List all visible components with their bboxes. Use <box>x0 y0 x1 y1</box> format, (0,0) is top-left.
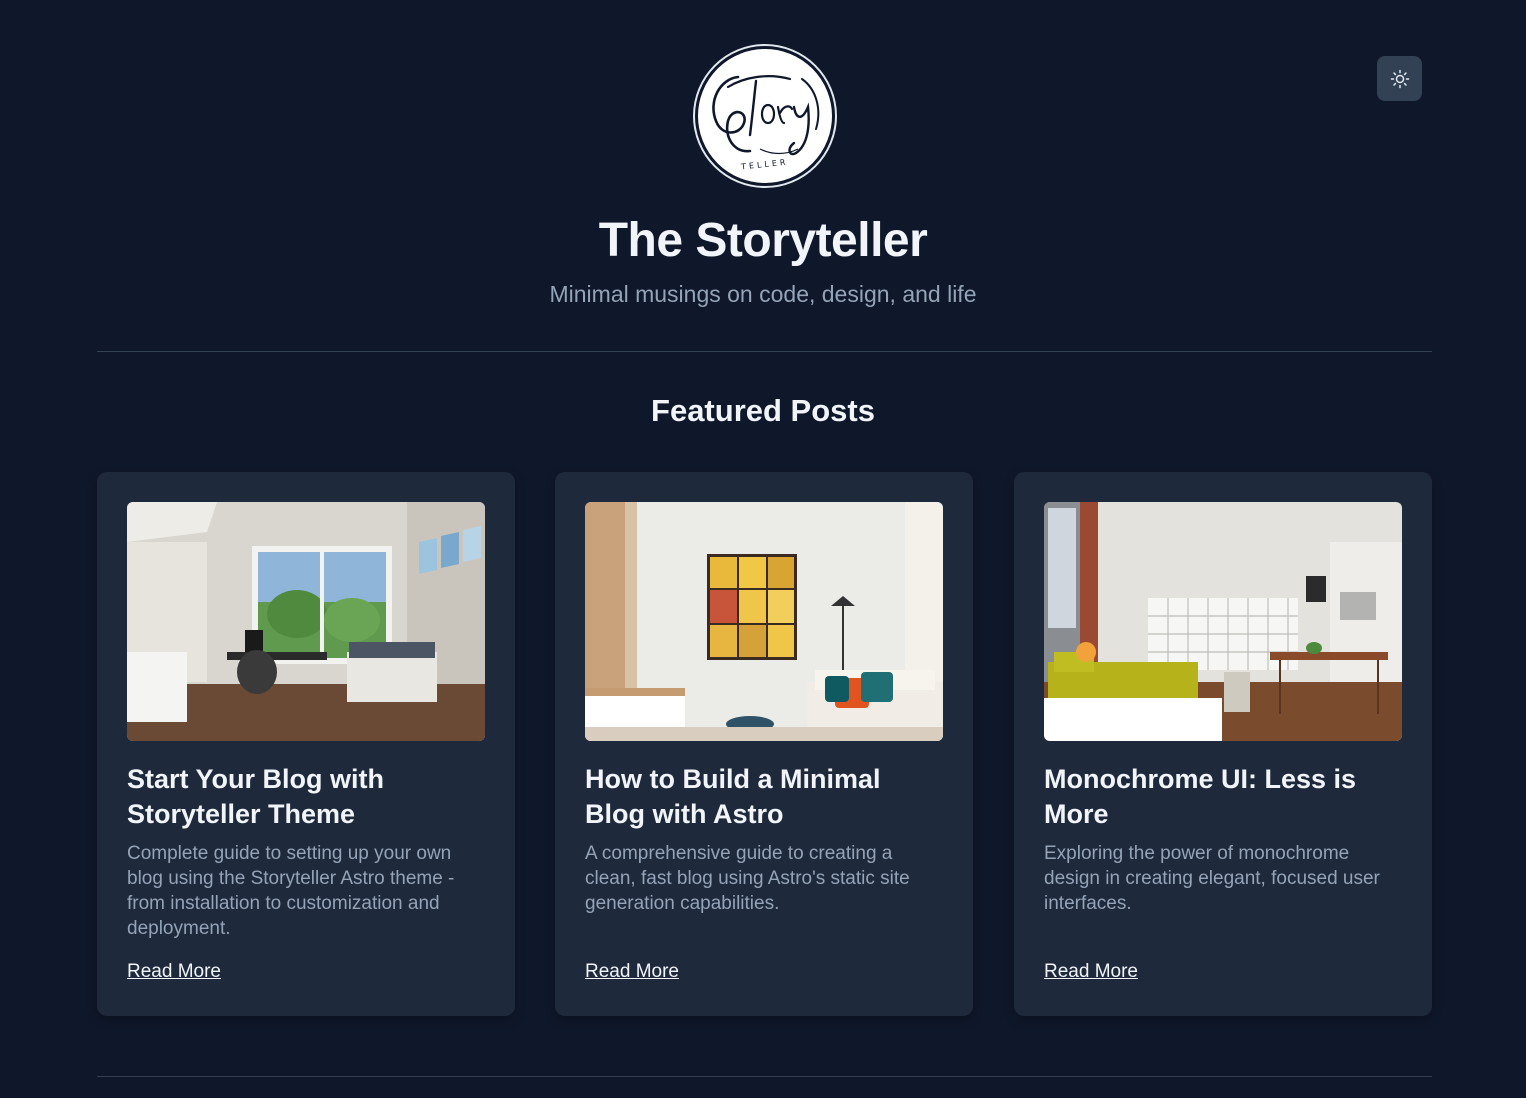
site-title: The Storyteller <box>598 214 928 267</box>
post-excerpt: Complete guide to setting up your own bl… <box>127 843 455 939</box>
read-more-link[interactable]: Read More <box>1044 961 1138 983</box>
site-tagline: Minimal musings on code, design, and lif… <box>549 281 977 307</box>
header-divider <box>97 351 1432 352</box>
site-logo[interactable]: TELLER <box>695 46 835 186</box>
post-title[interactable]: How to Build a Minimal Blog with Astro <box>585 762 943 832</box>
post-title[interactable]: Monochrome UI: Less is More <box>1044 762 1402 832</box>
post-title[interactable]: Start Your Blog with Storyteller Theme <box>127 762 485 832</box>
post-excerpt: Exploring the power of monochrome design… <box>1044 843 1380 914</box>
featured-posts-heading: Featured Posts <box>651 393 875 428</box>
storyteller-logo-image: TELLER <box>699 50 831 182</box>
footer-divider <box>97 1076 1432 1077</box>
read-more-link[interactable]: Read More <box>127 961 221 983</box>
post-image-home-office[interactable] <box>127 502 485 741</box>
read-more-link[interactable]: Read More <box>585 961 679 983</box>
post-excerpt: A comprehensive guide to creating a clea… <box>585 843 910 914</box>
page: TELLER The Storyteller Minimal musings o… <box>0 0 1526 1098</box>
post-card: Monochrome UI: Less is More Exploring th… <box>1014 472 1432 1016</box>
post-card: Start Your Blog with Storyteller Theme C… <box>97 472 515 1016</box>
sun-icon <box>1390 69 1409 88</box>
theme-toggle-button[interactable] <box>1377 56 1422 101</box>
post-card: How to Build a Minimal Blog with Astro A… <box>555 472 973 1016</box>
post-image-minimal-living-room[interactable] <box>585 502 943 741</box>
post-image-loft-apartment[interactable] <box>1044 502 1402 741</box>
